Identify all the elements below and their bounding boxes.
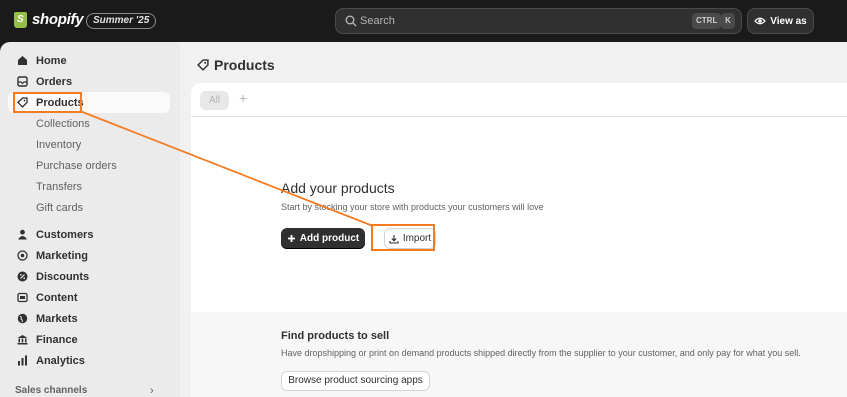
products-card: All + Add your products Start by stockin…: [191, 83, 847, 397]
sidebar-item-markets[interactable]: Markets: [8, 308, 170, 329]
shopify-bag-icon: [14, 11, 27, 28]
chevron-right-icon[interactable]: ›: [150, 385, 154, 397]
add-view-button[interactable]: +: [239, 90, 247, 106]
target-icon: [8, 250, 36, 261]
sidebar-subitem-transfers[interactable]: Transfers: [36, 181, 82, 193]
page-title: Products: [197, 57, 275, 73]
sidebar-subitem-inventory[interactable]: Inventory: [36, 139, 81, 151]
sidebar-item-label: Home: [36, 54, 67, 67]
globe-icon: [8, 313, 36, 324]
sidebar-item-marketing[interactable]: Marketing: [8, 245, 170, 266]
eye-icon: [754, 17, 767, 25]
empty-state-title: Add your products: [281, 180, 395, 196]
sidebar-item-orders[interactable]: Orders: [8, 71, 170, 92]
sidebar-item-home[interactable]: Home: [8, 50, 170, 71]
sidebar-subitem-gift-cards[interactable]: Gift cards: [36, 202, 83, 214]
shortcut-ctrl-key: CTRL: [692, 13, 722, 29]
products-highlight-box: [13, 92, 82, 113]
sidebar-item-label: Content: [36, 291, 78, 304]
shopify-logo[interactable]: shopify: [14, 11, 84, 28]
import-highlight-box: [371, 224, 435, 251]
sidebar-subitem-collections[interactable]: Collections: [36, 118, 90, 130]
search-bar[interactable]: Search CTRL K: [335, 8, 742, 34]
sidebar-item-label: Marketing: [36, 249, 88, 262]
view-as-label: View as: [770, 15, 807, 27]
sidebar-item-label: Analytics: [36, 354, 85, 367]
sidebar-item-label: Customers: [36, 228, 94, 241]
search-placeholder: Search: [360, 15, 395, 27]
view-as-button[interactable]: View as: [747, 8, 814, 34]
sidebar-item-label: Discounts: [36, 270, 90, 283]
tab-all[interactable]: All: [200, 91, 229, 110]
shortcut-k-key: K: [721, 13, 735, 29]
tag-icon: [197, 59, 209, 71]
sidebar-item-label: Orders: [36, 75, 73, 88]
discount-icon: [8, 271, 36, 282]
search-icon: [345, 15, 357, 27]
edition-badge[interactable]: Summer '25: [86, 13, 157, 29]
sales-channels-heading[interactable]: Sales channels: [15, 385, 87, 396]
top-bar: shopify Summer '25 Search CTRL K View as: [0, 0, 847, 42]
page-title-text: Products: [214, 57, 275, 73]
sidebar-item-label: Markets: [36, 312, 78, 325]
main-content: Products All + Add your products Start b…: [180, 42, 847, 397]
brand-name: shopify: [32, 11, 84, 28]
sidebar-subitem-purchase-orders[interactable]: Purchase orders: [36, 160, 117, 172]
content-icon: [8, 292, 36, 303]
person-icon: [8, 229, 36, 240]
sidebar-item-customers[interactable]: Customers: [8, 224, 170, 245]
sidebar-item-content[interactable]: Content: [8, 287, 170, 308]
add-product-button[interactable]: Add product: [281, 228, 365, 249]
chart-icon: [8, 355, 36, 366]
sidebar-item-analytics[interactable]: Analytics: [8, 350, 170, 371]
sidebar-item-discounts[interactable]: Discounts: [8, 266, 170, 287]
bank-icon: [8, 334, 36, 345]
inbox-icon: [8, 76, 36, 87]
plus-icon: [287, 235, 295, 242]
view-tabs: All +: [191, 83, 847, 117]
sidebar-item-label: Finance: [36, 333, 78, 346]
add-product-label: Add product: [299, 233, 360, 244]
empty-state-description: Start by stocking your store with produc…: [281, 202, 544, 212]
product-sourcing-section: Find products to sell Have dropshipping …: [191, 312, 847, 397]
sourcing-description: Have dropshipping or print on demand pro…: [281, 348, 801, 358]
sourcing-title: Find products to sell: [281, 330, 390, 342]
browse-sourcing-apps-button[interactable]: Browse product sourcing apps: [281, 371, 430, 391]
sidebar-item-finance[interactable]: Finance: [8, 329, 170, 350]
home-icon: [8, 55, 36, 66]
